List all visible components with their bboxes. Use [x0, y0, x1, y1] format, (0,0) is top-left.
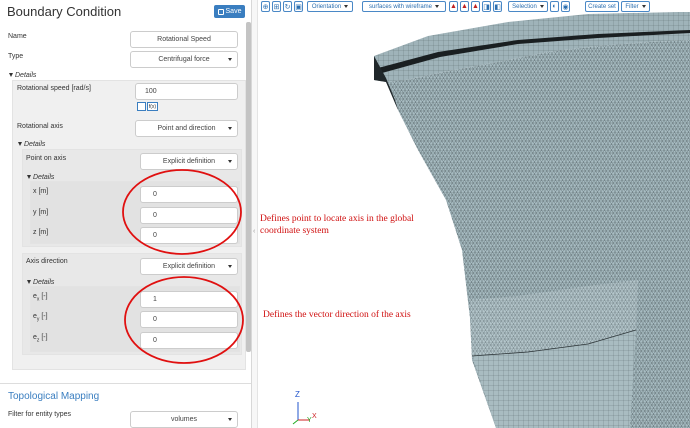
axis-direction-label: Axis direction: [26, 258, 68, 265]
selection-label: Selection: [512, 3, 537, 10]
rot-axis-select-value: Point and direction: [157, 125, 216, 132]
eye-icon[interactable]: ◉: [561, 1, 570, 12]
annotation-point-line2: coordinate system: [260, 226, 329, 236]
mesh-icon[interactable]: ◨: [482, 1, 491, 12]
triangle-red-icon-3[interactable]: ▲: [471, 1, 480, 12]
axis-direction-select-value: Explicit definition: [162, 263, 216, 270]
type-select[interactable]: Centrifugal force: [130, 51, 238, 68]
filter-entity-label: Filter for entity types: [8, 411, 72, 418]
create-set-button[interactable]: Create set: [585, 1, 619, 12]
render-mode-dropdown[interactable]: surfaces with wireframe: [362, 1, 446, 12]
chevron-down-icon: [228, 418, 232, 421]
panel-title: Boundary Condition: [7, 4, 122, 19]
details-toggle[interactable]: Details: [9, 72, 36, 79]
boundary-condition-panel: Boundary Condition Save Name Rotational …: [0, 0, 252, 428]
name-label: Name: [8, 33, 27, 40]
drag-handle-icon: ‹: [253, 228, 256, 235]
rot-speed-input[interactable]: 100: [135, 83, 238, 100]
filter-entity-select[interactable]: volumes: [130, 411, 238, 428]
save-label: Save: [225, 8, 242, 15]
triad-z-label: Z: [295, 390, 300, 399]
chevron-down-icon: [228, 58, 232, 61]
z-label: z [m]: [33, 229, 49, 236]
chevron-down-icon: [435, 5, 440, 8]
name-input[interactable]: Rotational Speed: [130, 31, 238, 48]
point-on-axis-label: Point on axis: [26, 155, 67, 162]
y-input[interactable]: 0: [140, 207, 238, 224]
details-toggle-direction[interactable]: Details: [27, 279, 54, 286]
chevron-down-icon: [228, 127, 232, 130]
ex-input[interactable]: 1: [140, 291, 238, 308]
save-icon: [217, 8, 224, 15]
filter-dropdown[interactable]: Filter: [621, 1, 650, 12]
x-label: x [m]: [33, 188, 49, 195]
filter-label: Filter: [625, 3, 639, 10]
details-label: Details: [24, 141, 46, 148]
rot-axis-label: Rotational axis: [17, 123, 63, 130]
rot-axis-select[interactable]: Point and direction: [135, 120, 238, 137]
triad-x-label: X: [312, 413, 317, 420]
rot-speed-label: Rotational speed [rad/s]: [17, 85, 91, 92]
details-label: Details: [33, 279, 55, 286]
filter-entity-select-value: volumes: [170, 416, 198, 423]
formula-toggle[interactable]: f(x): [137, 102, 158, 111]
chevron-down-icon: [344, 5, 349, 8]
axis-direction-select[interactable]: Explicit definition: [140, 258, 238, 275]
z-input[interactable]: 0: [140, 227, 238, 244]
annotation-direction-note: Defines the vector direction of the axis: [263, 310, 411, 320]
camera-icon[interactable]: ▣: [294, 1, 303, 12]
triangle-red-icon-2[interactable]: ▲: [460, 1, 469, 12]
chevron-down-icon: [228, 160, 232, 163]
render-mode-label: surfaces with wireframe: [368, 3, 433, 10]
ez-label: ez [-]: [33, 334, 48, 344]
triangle-down-icon: [27, 175, 31, 179]
triangle-down-icon: [18, 142, 22, 146]
annotation-point-note: Defines point to locate axis in the glob…: [260, 213, 414, 237]
orientation-label: Orientation: [311, 3, 342, 10]
triangle-down-icon: [27, 280, 31, 284]
triangle-down-icon: [9, 73, 13, 77]
ex-label: ex [-]: [33, 293, 48, 303]
type-label: Type: [8, 53, 24, 60]
ey-input[interactable]: 0: [140, 311, 238, 328]
details-toggle-point[interactable]: Details: [27, 174, 54, 181]
section-divider: [0, 383, 251, 384]
chevron-down-icon: [228, 265, 232, 268]
topological-mapping-heading: Topological Mapping: [8, 391, 100, 402]
refresh-icon[interactable]: ↻: [283, 1, 292, 12]
fx-button[interactable]: f(x): [147, 102, 158, 111]
zoom-fit-icon[interactable]: ⊕: [261, 1, 270, 12]
triangle-red-icon[interactable]: ▲: [449, 1, 458, 12]
save-button[interactable]: Save: [214, 5, 245, 18]
table-icon[interactable]: [137, 102, 146, 111]
chevron-down-icon: [641, 5, 646, 8]
point-on-axis-select[interactable]: Explicit definition: [140, 153, 238, 170]
triad-y-label: Y: [307, 417, 312, 424]
type-select-value: Centrifugal force: [158, 56, 210, 63]
clip-icon[interactable]: ◧: [493, 1, 502, 12]
selection-dropdown[interactable]: Selection: [508, 1, 548, 12]
ey-label: ey [-]: [33, 313, 48, 323]
point-on-axis-select-value: Explicit definition: [162, 158, 216, 165]
zoom-box-icon[interactable]: ⊞: [272, 1, 281, 12]
chevron-down-icon: [539, 5, 544, 8]
ez-input[interactable]: 0: [140, 332, 238, 349]
details-label: Details: [33, 174, 55, 181]
x-input[interactable]: 0: [140, 186, 238, 203]
y-label: y [m]: [33, 209, 49, 216]
visibility-toggle-icon[interactable]: ◐: [550, 1, 559, 12]
annotation-point-line1: Defines point to locate axis in the glob…: [260, 214, 414, 224]
panel-scrollbar[interactable]: [246, 22, 251, 352]
details-label: Details: [15, 72, 37, 79]
details-toggle-axis[interactable]: Details: [18, 141, 45, 148]
orientation-dropdown[interactable]: Orientation: [307, 1, 353, 12]
